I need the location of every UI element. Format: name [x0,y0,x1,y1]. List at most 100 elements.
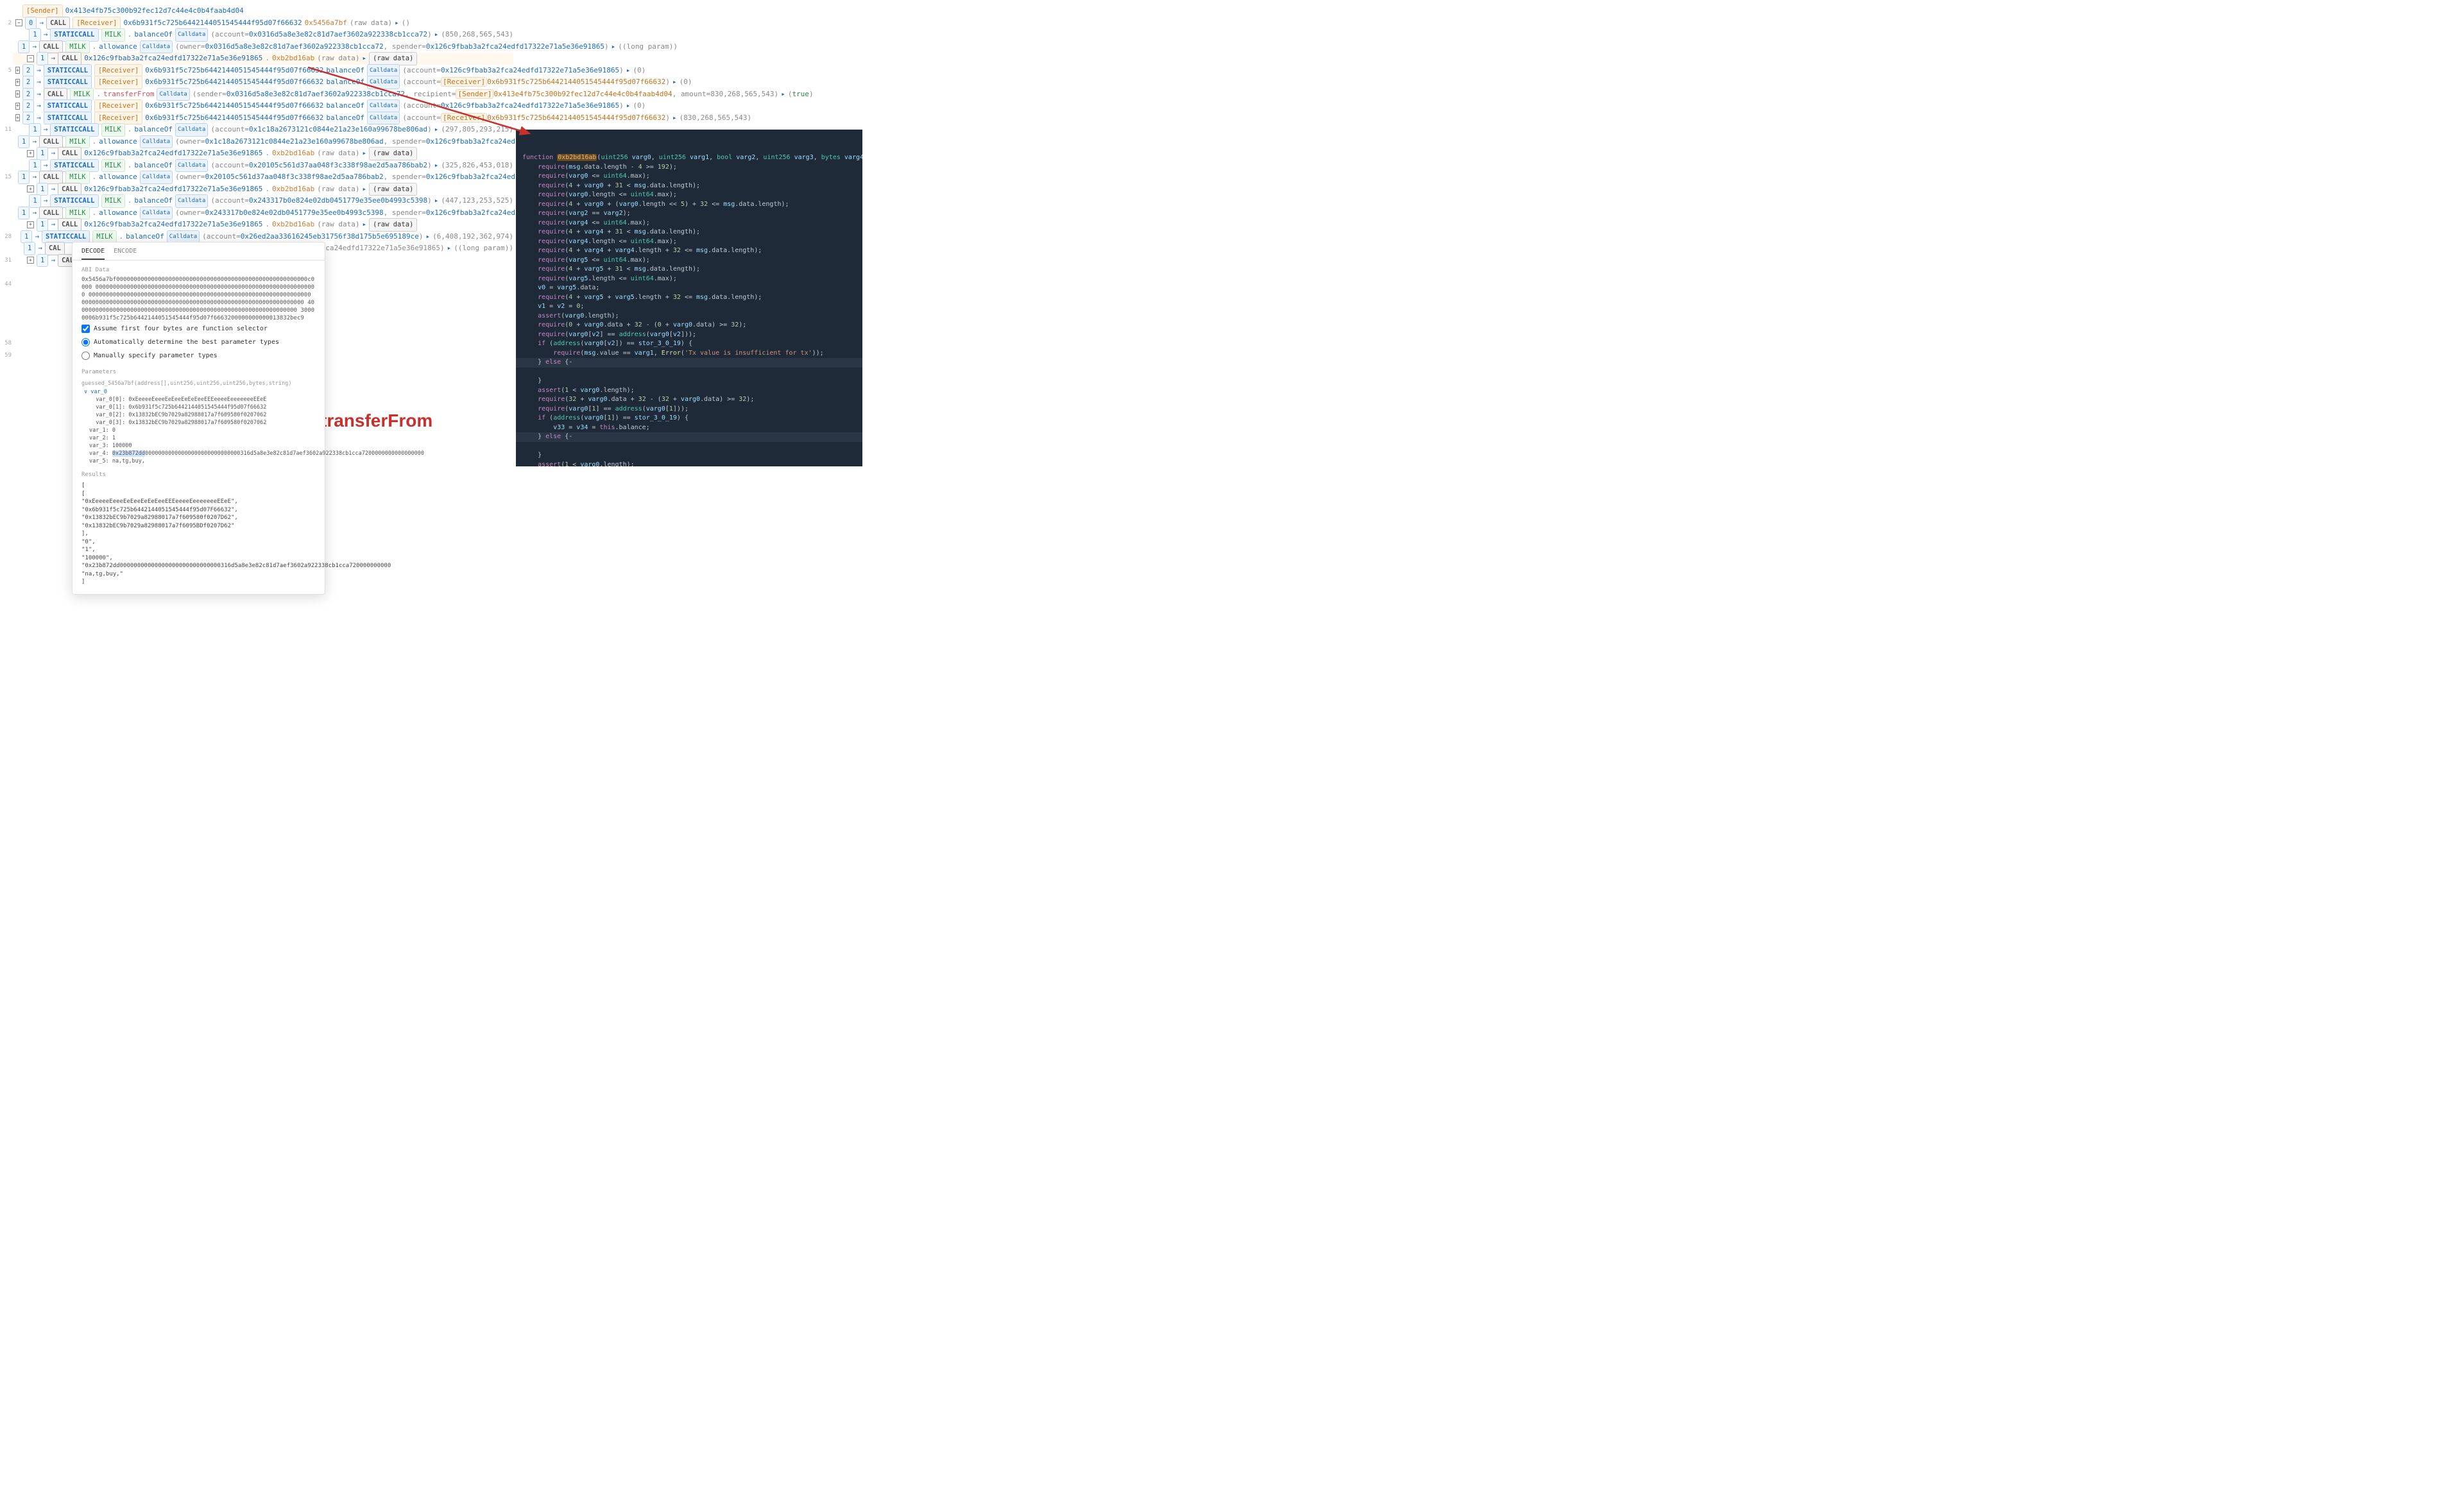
chevron-icon[interactable]: ▸ [363,219,367,231]
trace-row[interactable]: 1→STATICCALLMILK.balanceOfCalldata(accou… [13,231,513,243]
trace-row[interactable]: +1→CALL0x126c9fbab3a2fca24edfd17322e71a5… [13,183,513,196]
tab-decode[interactable]: DECODE [81,248,105,260]
chevron-icon[interactable]: ▸ [434,195,439,207]
decompiled-code[interactable]: function 0xb2bd16ab(uint256 varg0, uint2… [516,130,862,466]
receiver-address[interactable]: 0x6b931f5c725b64421440515454​44f95d07f66… [145,76,323,89]
sender-address[interactable]: 0x413e4fb75c300b92fec12d7c44e4c0b4faab4d… [65,5,244,17]
function-name[interactable]: balanceOf [134,195,173,207]
function-name[interactable]: balanceOf [134,124,173,136]
function-name[interactable]: balanceOf [126,231,164,243]
abi-data[interactable]: 0x5456a7bf000000000000000000000000000000… [73,276,325,322]
chevron-icon[interactable]: ▸ [672,76,677,89]
trace-row[interactable]: −1→CALL0x126c9fbab3a2fca24edfd17322e71a5… [13,53,513,65]
chevron-icon[interactable]: ▸ [781,89,785,101]
return-value[interactable]: (raw data) [369,52,417,65]
trace-row[interactable]: 1→STATICCALLMILK.balanceOfCalldata(accou… [13,160,513,172]
chevron-icon[interactable]: ▸ [626,100,631,112]
function-selector[interactable]: 0xb2bd16ab [272,53,314,65]
target-address[interactable]: 0x126c9fbab3a2fca24edfd17322e71a5e36e918… [84,219,262,231]
param-tree-line[interactable]: var_4: 0x23b872dd00000000000000000000000… [73,450,325,457]
manual-radio[interactable] [81,352,90,360]
tab-encode[interactable]: ENCODE [114,248,137,260]
calldata-badge[interactable]: Calldata [140,40,173,54]
trace-row[interactable]: +2→STATICCALL[Receiver]0x6b931f5c725b644… [13,100,513,112]
target-address[interactable]: 0x126c9fbab3a2fca24edfd17322e71a5e36e918… [84,53,262,65]
trace-row[interactable]: 1→CALLMILK.allowanceCalldata(owner=0x201… [13,171,513,183]
function-name[interactable]: allowance [99,207,137,219]
param-tree-line[interactable]: var_0[3]: 0x13832bEC9b7029a82988017a7f60… [73,419,325,427]
contract-name[interactable]: MILK [101,194,125,208]
trace-row[interactable]: 1→CALLMILK.allowanceCalldata(owner=0x243… [13,207,513,219]
trace-row[interactable]: +1→CALL0x126c9fbab3a2fca24edfd17322e71a5… [13,219,513,231]
return-value[interactable]: (raw data) [369,183,417,196]
contract-name[interactable]: MILK [101,28,125,42]
param-tree-line[interactable]: var_3: 100000 [73,442,325,450]
return-value[interactable]: (raw data) [369,147,417,160]
calldata-badge[interactable]: Calldata [175,194,208,208]
calldata-badge[interactable]: Calldata [367,64,400,78]
contract-name[interactable]: MILK [101,159,125,173]
chevron-icon[interactable]: ▸ [395,17,399,30]
chevron-icon[interactable]: ▸ [434,124,439,136]
chevron-icon[interactable]: ▸ [426,231,431,243]
trace-row[interactable]: +1→CALL0x126c9fbab3a2fca24edfd17322e71a5… [13,148,513,160]
function-name[interactable]: allowance [99,136,137,148]
chevron-icon[interactable]: ▸ [672,112,677,124]
param-tree-line[interactable]: var_2: 1 [73,434,325,442]
contract-name[interactable]: MILK [101,123,125,137]
expand-icon[interactable]: + [15,67,20,74]
function-name[interactable]: allowance [99,171,137,183]
function-name[interactable]: allowance [99,41,137,53]
calldata-badge[interactable]: Calldata [140,171,173,184]
function-name[interactable]: balanceOf [326,100,364,112]
collapse-icon[interactable]: − [27,55,34,62]
function-selector[interactable]: 0xb2bd16ab [272,183,314,196]
trace-row[interactable]: 1→CALLMILK.allowanceCalldata(owner=0x031… [13,41,513,53]
chevron-icon[interactable]: ▸ [434,29,439,41]
contract-name[interactable]: MILK [92,230,116,244]
expand-icon[interactable]: + [15,90,20,98]
calldata-badge[interactable]: Calldata [367,99,400,113]
param-tree-line[interactable]: ∨ var_0 [73,388,325,396]
receiver-address[interactable]: 0x6b931f5c725b64421440515454​44f95d07f66… [145,65,323,77]
trace-row[interactable]: +2→CALLMILK.transferFromCalldata(sender=… [13,89,513,101]
trace-row[interactable]: 1→STATICCALLMILK.balanceOfCalldata(accou… [13,195,513,207]
function-name[interactable]: balanceOf [134,29,173,41]
function-selector[interactable]: 0xb2bd16ab [272,148,314,160]
receiver-address[interactable]: 0x6b931f5c725b64421440515454​44f95d07f66… [145,100,323,112]
trace-row[interactable]: 1→CALLMILK.allowanceCalldata(owner=0x1c1… [13,136,513,148]
return-value[interactable]: (raw data) [369,218,417,232]
trace-row[interactable]: +2→STATICCALL[Receiver]0x6b931f5c725b644… [13,65,513,77]
param-tree-line[interactable]: var_0[2]: 0x13832bEC9b7029a82988017a7f60… [73,411,325,419]
contract-name[interactable]: MILK [70,88,94,101]
param-tree-line[interactable]: var_0[1]: 0x6b931f5c725b6442144051545444… [73,404,325,411]
expand-icon[interactable]: + [27,221,34,228]
target-address[interactable]: 0x126c9fbab3a2fca24edfd17322e71a5e36e918… [84,183,262,196]
results-output[interactable]: [ [ "0xEeeeeEeeeEeEeeEeEeEeeEEEeeeeEeeee… [73,480,325,588]
function-name[interactable]: balanceOf [326,65,364,77]
contract-name[interactable]: MILK [65,40,89,54]
calldata-badge[interactable]: Calldata [175,159,208,173]
expand-icon[interactable]: + [27,185,34,192]
chevron-icon[interactable]: ▸ [363,148,367,160]
decode-popup[interactable]: DECODE ENCODE ABI Data 0x5456a7bf0000000… [72,242,325,595]
function-selector[interactable]: 0x5456a7bf [305,17,347,30]
expand-icon[interactable]: + [27,257,34,264]
expand-icon[interactable]: + [15,103,20,110]
trace-row[interactable]: +2→STATICCALL[Receiver]0x6b931f5c725b644… [13,76,513,89]
calldata-badge[interactable]: Calldata [157,88,189,101]
calldata-badge[interactable]: Calldata [140,207,173,220]
calldata-badge[interactable]: Calldata [367,112,400,125]
expand-icon[interactable]: + [27,150,34,157]
calldata-badge[interactable]: Calldata [175,123,208,137]
function-name[interactable]: balanceOf [326,76,364,89]
receiver-address[interactable]: 0x6b931f5c725b64421440515454​44f95d07f66… [123,17,302,30]
chevron-icon[interactable]: ▸ [612,41,616,53]
chevron-icon[interactable]: ▸ [363,53,367,65]
trace-row[interactable]: 1→STATICCALLMILK.balanceOfCalldata(accou… [13,124,513,136]
function-name[interactable]: balanceOf [326,112,364,124]
calldata-badge[interactable]: Calldata [175,28,208,42]
trace-row[interactable]: −0→CALL[Receiver]0x6b931f5c725b644214405… [13,17,513,30]
trace-row[interactable]: 1→STATICCALLMILK.balanceOfCalldata(accou… [13,29,513,41]
selector-checkbox[interactable] [81,325,90,333]
